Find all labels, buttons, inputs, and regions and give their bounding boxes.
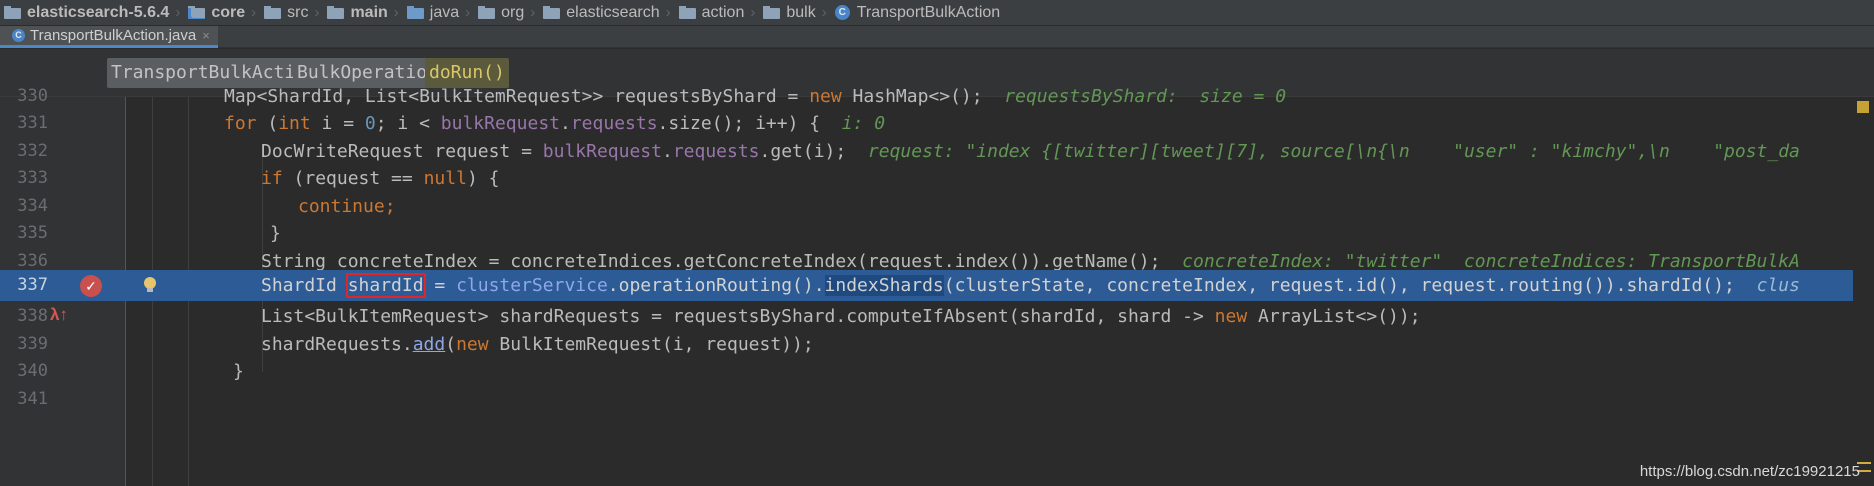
breadcrumb-java[interactable]: java [403,0,463,25]
selected-variable: shardId [345,273,426,298]
package-icon [763,6,781,19]
editor-tab-bar: C TransportBulkAction.java × [0,26,1874,48]
breadcrumb-project[interactable]: elasticsearch-5.6.4 [0,0,173,25]
chevron-right-icon: › [465,4,471,21]
package-icon [478,6,496,19]
debug-inline-value: clus [1756,275,1800,296]
lambda-icon[interactable]: λ↑ [50,305,68,325]
breadcrumb-org[interactable]: org [474,0,528,25]
chevron-right-icon: › [314,4,320,21]
chevron-right-icon: › [251,4,257,21]
debug-inline-value: requestsByShard: size = 0 [1004,86,1287,107]
error-stripe[interactable] [1853,97,1874,486]
class-icon: C [834,5,850,20]
breadcrumb-action[interactable]: action [675,0,749,25]
breakpoint-check-icon[interactable]: ✓ [80,275,102,297]
breadcrumb-module[interactable]: core [184,0,249,25]
code-line-341[interactable]: 341 [0,383,1874,416]
breadcrumb-main[interactable]: main [323,0,391,25]
chevron-right-icon: › [175,4,181,21]
debug-inline-value: i: 0 [841,113,886,134]
breadcrumb-label: TransportBulkAction [856,3,1001,21]
chevron-right-icon: › [821,4,827,21]
chevron-right-icon: › [665,4,671,21]
debug-inline-value: concreteIndex: "twitter" concreteIndices… [1182,251,1800,272]
breadcrumb-bulk[interactable]: bulk [759,0,819,25]
chevron-right-icon: › [530,4,536,21]
package-icon [543,6,561,19]
breadcrumb-label: elasticsearch-5.6.4 [27,3,170,21]
line-number: 341 [17,389,48,409]
tab-label: TransportBulkAction.java [30,27,197,44]
chevron-right-icon: › [393,4,399,21]
class-icon: C [12,29,25,42]
module-folder-icon [188,6,206,19]
breadcrumb-label: main [350,3,388,21]
project-folder-icon [4,6,21,19]
code-text: ShardId shardId = clusterService.operati… [261,273,1800,298]
tab-transportbulkaction-java[interactable]: C TransportBulkAction.java × [0,26,218,48]
breadcrumb-label: src [287,3,309,21]
folder-icon [327,6,345,19]
folder-icon [264,6,282,19]
breadcrumb-label: java [429,3,460,21]
breadcrumb-label: elasticsearch [566,3,660,21]
warning-marker-icon[interactable] [1857,101,1869,113]
debug-inline-value: request: "index {[twitter][tweet][7], so… [867,141,1800,162]
package-icon [678,6,696,19]
code-line-337-execution-point[interactable]: 337 ✓ ShardId shardId = clusterService.o… [0,270,1874,301]
breadcrumb-label: bulk [786,3,816,21]
breadcrumb-src[interactable]: src [260,0,312,25]
watermark: https://blog.csdn.net/zc19921215 [1639,463,1860,480]
breadcrumb-elasticsearch[interactable]: elasticsearch [539,0,663,25]
chevron-right-icon: › [750,4,756,21]
lightbulb-icon[interactable] [142,276,158,294]
breadcrumb-label: org [501,3,525,21]
navigation-bar: elasticsearch-5.6.4 › core › src › main … [0,0,1874,26]
source-folder-icon [406,6,424,19]
breadcrumb-label: action [701,3,745,21]
breadcrumb-label: core [211,3,246,21]
line-number: 337 [17,275,48,295]
close-icon[interactable]: × [202,28,210,43]
breadcrumb-class[interactable]: C TransportBulkAction [831,0,1004,25]
